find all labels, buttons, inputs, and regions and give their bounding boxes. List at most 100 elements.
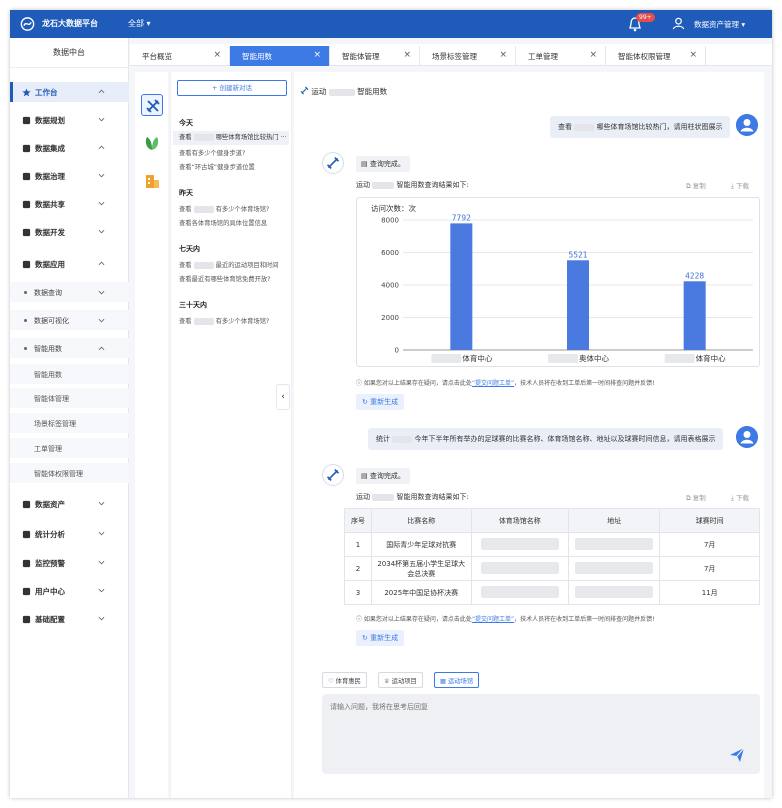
table-cell: 1 xyxy=(344,532,372,557)
sidebar-item[interactable]: 数据资产 xyxy=(10,494,129,514)
sidebar-item[interactable]: 数据共享 xyxy=(10,194,129,214)
result-title: 运动 智能用数查询结果如下: xyxy=(356,180,469,190)
redacted-text xyxy=(193,261,214,269)
tab[interactable]: 工单管理 × xyxy=(516,46,606,66)
app-window: 龙石大数据平台 全部 ▾ 99+ 数据资产管理 ▾ 数据中台 工作台 数据规划 数据… xyxy=(10,10,772,798)
sidebar-item[interactable]: 用户中心 xyxy=(10,581,129,601)
history-entry[interactable]: 查看 有多少个体育场馆? xyxy=(179,204,287,213)
notification-badge: 99+ xyxy=(636,13,655,22)
link-icon xyxy=(22,144,31,153)
chip-sports-events[interactable]: ♕ 运动项目 xyxy=(378,672,423,688)
sidebar-leaf[interactable]: 智能体管理 xyxy=(10,388,129,408)
sidebar-item[interactable]: 数据治理 xyxy=(10,166,129,186)
sidebar-item-label: 工作台 xyxy=(35,88,58,97)
download-button[interactable]: ⤓ 下载 xyxy=(731,492,749,503)
x-tick-label: 体育中心 xyxy=(696,353,726,363)
note-text: 如果您对以上结果存在疑问，请点击此处 xyxy=(363,616,472,623)
regenerate-label: 重新生成 xyxy=(370,634,399,642)
tab[interactable]: 平台概览 × xyxy=(130,46,230,66)
sidebar-subitem[interactable]: 数据查询 xyxy=(10,282,129,302)
chat-header-prefix: 运动 xyxy=(311,87,327,96)
tab-bar: 平台概览 × 智能用数 × 智能体管理 × 场景标签管理 × 工单管理 × 智能体权限管理 × xyxy=(130,44,772,66)
sidebar-leaf[interactable]: 智能体权限管理 xyxy=(10,463,129,483)
sidebar-item[interactable]: 数据集成 xyxy=(10,138,129,158)
chevron-down-icon xyxy=(98,559,105,566)
sidebar-leaf[interactable]: 工单管理 xyxy=(10,438,129,458)
entry-prefix: 查看 xyxy=(179,206,192,213)
bullet-icon xyxy=(24,319,27,322)
history-entry[interactable]: 查看各体育场馆的具体位置信息 xyxy=(179,218,287,227)
sidebar-item[interactable]: 数据规划 xyxy=(10,110,129,130)
building-agent-button[interactable] xyxy=(141,170,163,192)
close-icon[interactable]: × xyxy=(313,50,321,60)
user-icon xyxy=(22,587,31,596)
sidebar-subitem[interactable]: 数据可视化 xyxy=(10,310,129,330)
all-menu-dropdown[interactable]: 全部 ▾ xyxy=(128,18,151,29)
chip-sports-welfare[interactable]: ♡ 体育惠民 xyxy=(322,672,367,688)
sidebar-item[interactable]: 基础配置 xyxy=(10,609,129,629)
table-cell: 2034杯第五届小学生足球大会总决赛 xyxy=(370,556,472,581)
tab-label: 智能用数 xyxy=(242,52,272,61)
sidebar-leaf[interactable]: 场景标签管理 xyxy=(10,413,129,433)
history-entry[interactable]: 查看 最近的运动项目和时间 xyxy=(179,260,287,269)
tab[interactable]: 智能用数 × xyxy=(230,46,330,66)
sidebar-item[interactable]: 统计分析 xyxy=(10,524,129,544)
eco-agent-button[interactable] xyxy=(141,132,163,154)
sidebar-item-label: 基础配置 xyxy=(35,615,65,624)
sidebar-subitem-label: 数据可视化 xyxy=(34,317,69,325)
sports-agent-button[interactable] xyxy=(141,94,163,116)
tab[interactable]: 智能体管理 × xyxy=(330,46,420,66)
table-row: 3 2025年中国足协杯决赛 11月 xyxy=(344,580,760,605)
send-icon[interactable] xyxy=(728,746,746,764)
tab[interactable]: 场景标签管理 × xyxy=(420,46,516,66)
regenerate-button-2[interactable]: ↻ 重新生成 xyxy=(356,630,405,646)
close-icon[interactable]: × xyxy=(213,50,221,60)
y-tick-label: 0 xyxy=(395,347,399,355)
history-entry[interactable]: 查看 哪些体育场馆比较热门 ··· xyxy=(173,131,289,145)
tab[interactable]: 智能体权限管理 × xyxy=(606,46,706,66)
new-chat-button[interactable]: + 创建新对话 xyxy=(177,80,287,96)
entry-text: 有多少个体育场馆? xyxy=(215,206,270,213)
asset-icon xyxy=(22,500,31,509)
close-icon[interactable]: × xyxy=(403,50,411,60)
history-entry[interactable]: 查看“环古城”健身步道位置 xyxy=(179,162,287,171)
user-menu[interactable]: 数据资产管理 ▾ xyxy=(694,19,745,30)
more-icon[interactable]: ··· xyxy=(281,134,287,141)
copy-button[interactable]: ⧉ 复制 xyxy=(686,180,706,191)
close-icon[interactable]: × xyxy=(499,50,507,60)
redacted-text xyxy=(392,435,413,443)
sidebar-item[interactable]: 数据开发 xyxy=(10,222,129,242)
apps-icon xyxy=(22,260,31,269)
sidebar-item[interactable]: 监控预警 xyxy=(10,553,129,573)
sidebar-item[interactable]: 数据应用 xyxy=(10,254,129,274)
sidebar-item[interactable]: 工作台 xyxy=(10,82,129,102)
trophy-icon: ♕ xyxy=(384,678,392,685)
chat-input[interactable] xyxy=(330,702,730,722)
copy-icon: ⧉ xyxy=(686,494,693,502)
refresh-icon: ↻ xyxy=(362,634,371,642)
submit-ticket-link[interactable]: “提交问题工单” xyxy=(472,616,514,623)
status-badge: ▤ 查询完成。 xyxy=(356,468,410,484)
close-icon[interactable]: × xyxy=(689,50,697,60)
submit-ticket-link[interactable]: “提交问题工单” xyxy=(472,380,514,387)
tab-label: 工单管理 xyxy=(528,52,558,61)
copy-button[interactable]: ⧉ 复制 xyxy=(686,492,706,503)
history-entry[interactable]: 查看最近有哪些体育馆免费开放? xyxy=(179,274,287,283)
chip-sports-venues[interactable]: ▦ 运动场馆 xyxy=(434,672,480,688)
feedback-note-1: ⓘ 如果您对以上结果存在疑问，请点击此处“提交问题工单”，技术人员将在收到工单后… xyxy=(356,378,655,387)
brand-name: 龙石大数据平台 xyxy=(42,19,98,28)
collapse-panel-button[interactable]: ‹ xyxy=(276,384,290,410)
pie-icon xyxy=(22,530,31,539)
history-entry[interactable]: 查看 有多少个体育场馆? xyxy=(179,316,287,325)
chevron-down-icon xyxy=(98,500,105,507)
chevron-up-icon xyxy=(98,345,105,352)
sidebar-subitem[interactable]: 智能用数 xyxy=(10,338,129,358)
chevron-up-icon xyxy=(98,144,105,151)
regenerate-button-1[interactable]: ↻ 重新生成 xyxy=(356,394,405,410)
download-button[interactable]: ⤓ 下载 xyxy=(731,180,749,191)
close-icon[interactable]: × xyxy=(589,50,597,60)
table-cell: 2025年中国足协杯决赛 xyxy=(370,580,472,605)
table-header: 比赛名称 xyxy=(370,508,472,533)
sidebar-leaf[interactable]: 智能用数 xyxy=(10,364,129,384)
history-entry[interactable]: 查看有多少个健身步道? xyxy=(179,148,287,157)
